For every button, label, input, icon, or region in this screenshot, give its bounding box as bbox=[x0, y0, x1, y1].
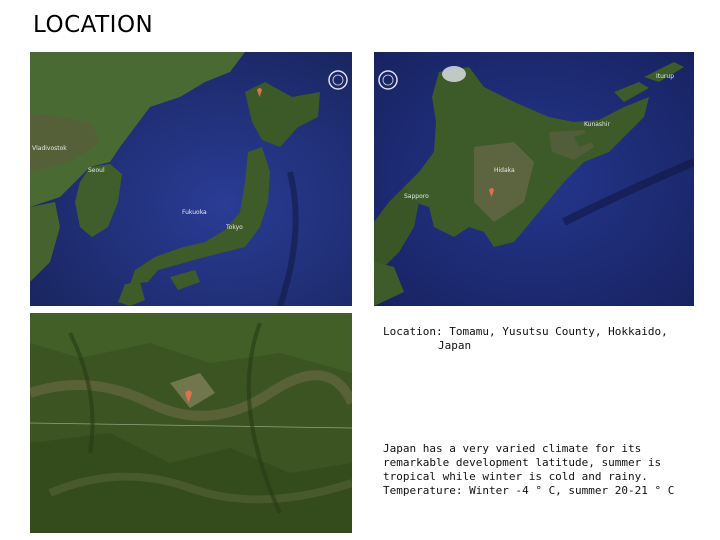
tomamu-terrain-map[interactable] bbox=[30, 313, 352, 533]
map-label-sapporo: Sapporo bbox=[404, 193, 429, 200]
map-label-fukuoka: Fukuoka bbox=[182, 209, 207, 216]
climate-line-1: Japan has a very varied climate for its bbox=[383, 442, 642, 455]
climate-line-2: remarkable development latitude, summer … bbox=[383, 456, 662, 469]
climate-line-4: Temperature: Winter -4 ° C, summer 20-21… bbox=[383, 484, 675, 497]
map-label-kunashir: Kunashir bbox=[584, 121, 611, 128]
slide-title: LOCATION bbox=[33, 12, 154, 38]
hokkaido-satellite-map[interactable]: Sapporo Hidaka Kunashir Iturup bbox=[374, 52, 694, 306]
location-line-2: Japan bbox=[438, 339, 472, 352]
japan-satellite-map[interactable]: Seoul Vladivostok Fukuoka Tokyo bbox=[30, 52, 352, 306]
map-label-hidaka: Hidaka bbox=[494, 167, 515, 174]
location-line-1: Location: Tomamu, Yusutsu County, Hokkai… bbox=[383, 325, 668, 338]
climate-line-3: tropical while winter is cold and rainy. bbox=[383, 470, 648, 483]
map-label-iturup: Iturup bbox=[656, 73, 674, 80]
climate-description: Japan has a very varied climate for its … bbox=[383, 442, 698, 498]
map-label-tokyo: Tokyo bbox=[225, 224, 243, 231]
location-description: Location: Tomamu, Yusutsu County, Hokkai… bbox=[383, 325, 703, 353]
map-label-seoul: Seoul bbox=[88, 167, 105, 174]
map-label-vladivostok: Vladivostok bbox=[32, 145, 67, 152]
